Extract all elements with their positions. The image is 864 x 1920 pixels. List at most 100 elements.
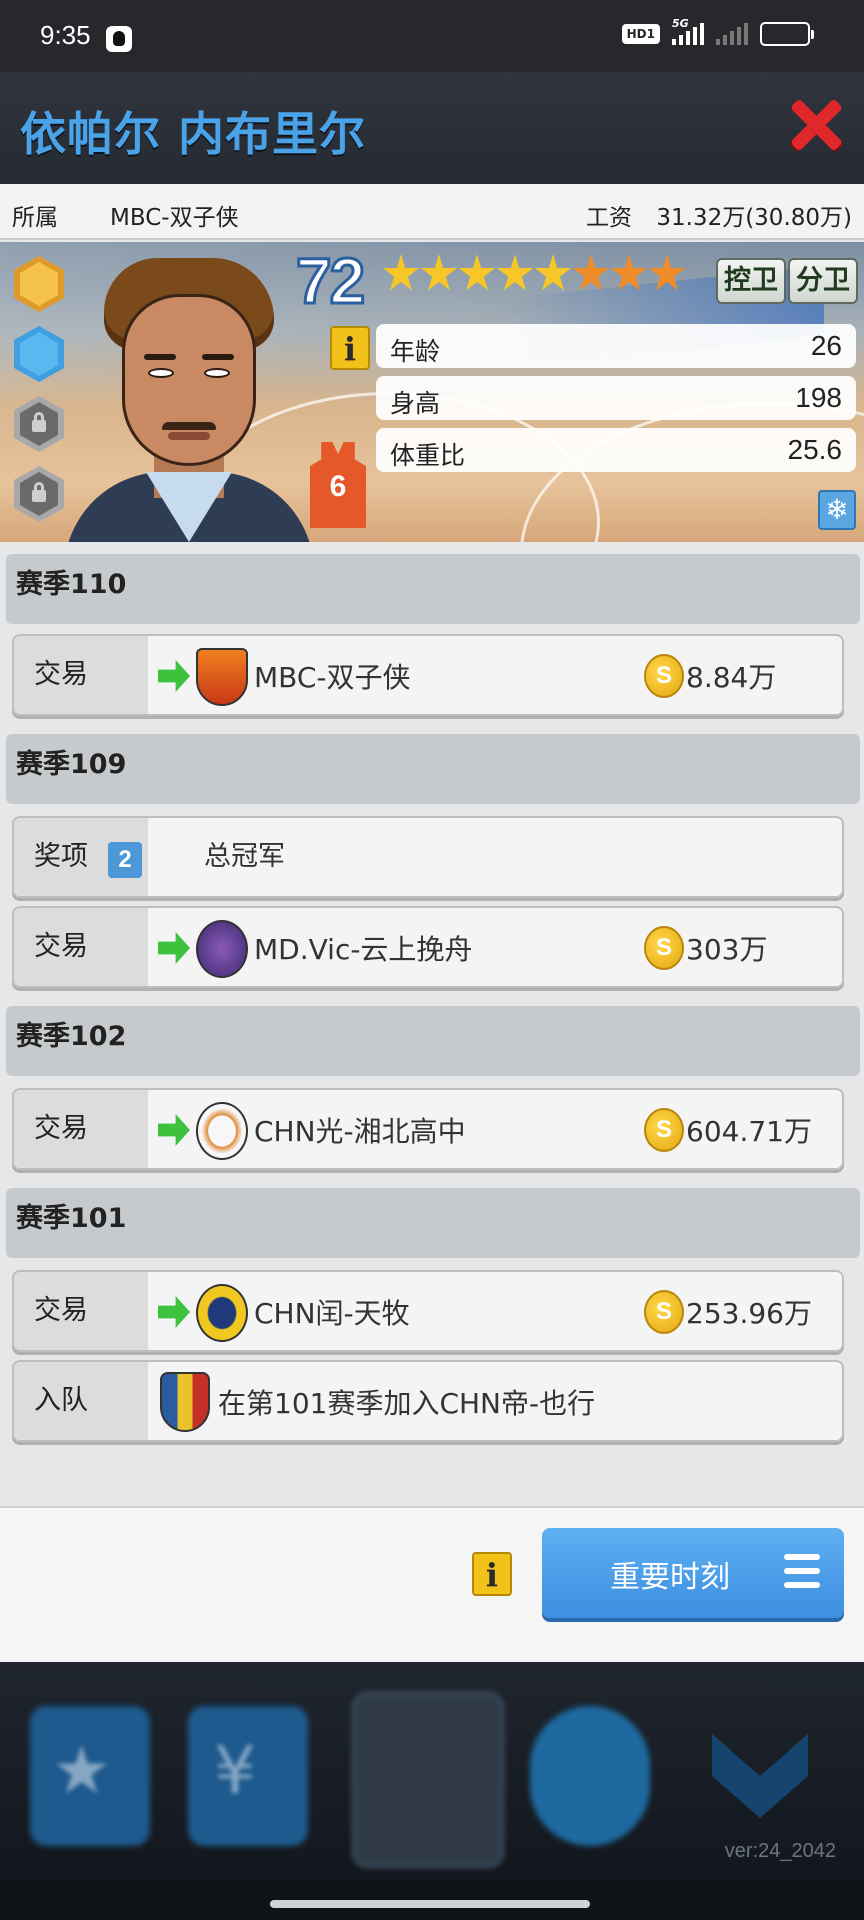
star-orange-icon — [572, 254, 610, 291]
award-name: 总冠军 — [204, 841, 285, 872]
stat-label: 身高 — [390, 389, 441, 418]
player-rating: 72 — [294, 244, 366, 319]
event-amount: 303万 — [686, 933, 768, 966]
stat-value: 25.6 — [787, 434, 843, 465]
jersey-number: 6 — [329, 470, 347, 503]
salary-label: 工资 — [586, 205, 632, 231]
close-icon[interactable] — [788, 96, 844, 152]
player-card: 6 72 控卫 分卫 i 年龄 26 身高 198 体重比 25.6 ❄ — [0, 242, 864, 542]
star-gold-icon — [458, 254, 496, 291]
coin-icon: S — [644, 1290, 684, 1334]
stat-value: 26 — [810, 330, 842, 361]
signal-icon — [716, 23, 748, 45]
status-indicators: HD1 5G 91 — [621, 17, 814, 46]
team-logo-icon — [196, 1284, 248, 1342]
lock-icon — [32, 482, 46, 502]
player-header: 依帕尔 内布里尔 — [0, 72, 864, 184]
lock-icon — [32, 412, 46, 432]
stat-label: 体重比 — [390, 441, 466, 470]
star-icon: ★ — [52, 1732, 112, 1809]
player-name: 依帕尔 内布里尔 — [20, 107, 367, 161]
stat-value: 198 — [795, 382, 842, 413]
battery-level: 91 — [775, 26, 795, 42]
version-label: ver:24_2042 — [724, 1840, 836, 1862]
network-label: 5G — [672, 17, 689, 30]
trade-row[interactable]: 交易 MD.Vic-云上挽舟 S 303万 — [12, 906, 844, 988]
lightning-badge-icon[interactable] — [14, 256, 64, 312]
stat-age: 年龄 26 — [376, 324, 856, 368]
arrow-right-icon — [158, 1114, 190, 1146]
battery-icon: 91 — [760, 22, 814, 46]
nav-chat-button[interactable] — [530, 1706, 650, 1846]
trade-row[interactable]: 交易 MBC-双子侠 S 8.84万 — [12, 634, 844, 716]
locked-badge-icon[interactable] — [14, 466, 64, 522]
hd-badge: HD1 — [621, 24, 660, 44]
gesture-bar — [0, 1880, 864, 1920]
event-amount: 253.96万 — [686, 1297, 812, 1330]
event-type: 交易 — [14, 908, 148, 986]
arrow-right-icon — [158, 932, 190, 964]
event-type: 交易 — [14, 636, 148, 714]
join-description: 在第101赛季加入CHN帝-也行 — [218, 1387, 596, 1420]
trade-row[interactable]: 交易 CHN闰-天牧 S 253.96万 — [12, 1270, 844, 1352]
bottom-nav: ★ ¥ ver:24_2042 — [0, 1662, 864, 1880]
home-indicator[interactable] — [270, 1900, 590, 1908]
event-team: MD.Vic-云上挽舟 — [254, 933, 473, 966]
award-row[interactable]: 奖项 2 总冠军 — [12, 816, 844, 898]
team-label: 所属 — [12, 205, 58, 231]
season-header: 赛季101 — [6, 1188, 860, 1258]
team-logo-icon — [196, 920, 248, 978]
lightning-badge-icon[interactable] — [14, 326, 64, 382]
player-avatar — [64, 242, 314, 542]
position-tag: 控卫 — [716, 258, 786, 304]
event-type: 交易 — [14, 1090, 148, 1168]
snowflake-icon[interactable]: ❄ — [818, 490, 856, 530]
event-team: MBC-双子侠 — [254, 661, 411, 694]
coin-icon: S — [644, 1108, 684, 1152]
award-count-badge: 2 — [108, 842, 142, 878]
season-header: 赛季109 — [6, 734, 860, 804]
star-rating — [382, 254, 686, 294]
team-bar: 所属 MBC-双子侠 工资 31.32万(30.80万) — [0, 184, 864, 240]
stat-height: 身高 198 — [376, 376, 856, 420]
team-logo-icon — [196, 1102, 248, 1160]
team-logo-icon — [196, 648, 248, 706]
stat-weight-ratio: 体重比 25.6 — [376, 428, 856, 472]
event-type: 入队 — [14, 1362, 148, 1440]
coin-icon: S — [644, 926, 684, 970]
star-gold-icon — [534, 254, 572, 291]
stat-label: 年龄 — [390, 337, 441, 366]
event-team: CHN闰-天牧 — [254, 1297, 410, 1330]
star-gold-icon — [420, 254, 458, 291]
position-tag: 分卫 — [788, 258, 858, 304]
info-icon[interactable]: i — [472, 1552, 512, 1596]
event-type: 交易 — [14, 1272, 148, 1350]
key-moments-label: 重要时刻 — [610, 1560, 730, 1595]
coin-icon: S — [644, 654, 684, 698]
season-header: 赛季102 — [6, 1006, 860, 1076]
status-bar: 9:35 HD1 5G 91 — [0, 0, 864, 72]
nav-more-button[interactable] — [712, 1734, 808, 1818]
event-amount: 604.71万 — [686, 1115, 812, 1148]
star-orange-icon — [610, 254, 648, 291]
event-amount: 8.84万 — [686, 661, 777, 694]
locked-badge-icon[interactable] — [14, 396, 64, 452]
nav-team-button[interactable] — [352, 1692, 504, 1868]
qq-notification-icon — [106, 26, 132, 52]
key-moments-button[interactable]: 重要时刻 — [542, 1528, 844, 1618]
trade-row[interactable]: 交易 CHN光-湘北高中 S 604.71万 — [12, 1088, 844, 1170]
team-logo-icon — [160, 1372, 210, 1432]
event-team: CHN光-湘北高中 — [254, 1115, 466, 1148]
yen-icon: ¥ — [214, 1732, 256, 1809]
season-header: 赛季110 — [6, 554, 860, 624]
star-gold-icon — [382, 254, 420, 291]
arrow-right-icon — [158, 1296, 190, 1328]
team-name: MBC-双子侠 — [110, 205, 239, 231]
player-detail-panel: 所属 MBC-双子侠 工资 31.32万(30.80万) 6 72 控卫 分卫 — [0, 184, 864, 1662]
info-icon[interactable]: i — [330, 326, 370, 370]
menu-icon — [784, 1554, 820, 1590]
star-gold-icon — [496, 254, 534, 291]
join-row[interactable]: 入队 在第101赛季加入CHN帝-也行 — [12, 1360, 844, 1442]
status-time: 9:35 — [40, 20, 91, 50]
court-line — [520, 402, 864, 542]
